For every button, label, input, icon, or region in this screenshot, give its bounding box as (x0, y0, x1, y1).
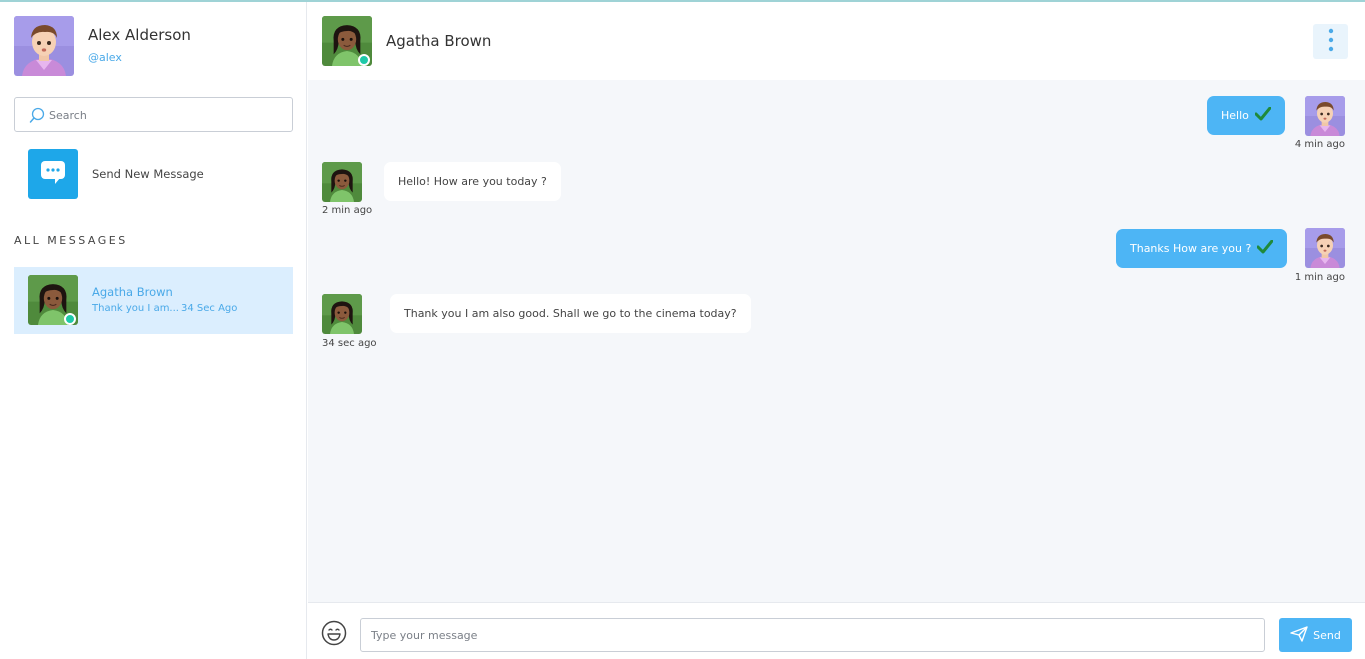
message-bubble-incoming: Thank you I am also good. Shall we go to… (390, 294, 751, 333)
search-input[interactable] (49, 104, 284, 126)
chat-title: Agatha Brown (386, 32, 492, 50)
message-avatar (322, 162, 362, 202)
message-avatar (1305, 228, 1345, 268)
message-bubble-incoming: Hello! How are you today ? (384, 162, 561, 201)
chat-bubble-icon (40, 159, 66, 189)
message-list: Hello 4 min ago Hello! How are you today… (308, 80, 1365, 602)
send-button[interactable]: Send (1279, 618, 1352, 652)
message-composer: Send (308, 602, 1365, 659)
message-text: Thanks How are you ? (1130, 242, 1252, 255)
message-input[interactable] (360, 618, 1265, 652)
conversation-item[interactable]: Agatha Brown Thank you I am... 34 Sec Ag… (14, 267, 293, 334)
profile-handle[interactable]: @alex (88, 51, 122, 64)
emoji-icon[interactable] (321, 620, 347, 650)
conversation-time: 34 Sec Ago (181, 303, 238, 314)
message-time: 4 min ago (1294, 139, 1345, 150)
check-icon (1256, 239, 1274, 257)
message-bubble-outgoing: Hello (1207, 96, 1285, 135)
message-time: 2 min ago (322, 205, 373, 216)
online-dot (64, 313, 76, 325)
check-icon (1254, 106, 1272, 124)
online-dot (358, 54, 370, 66)
message-avatar (1305, 96, 1345, 136)
message-time: 34 sec ago (322, 338, 377, 349)
conversation-preview: Thank you I am... (92, 303, 179, 314)
search-box (14, 97, 293, 132)
search-icon (29, 107, 46, 128)
message-bubble-outgoing: Thanks How are you ? (1116, 229, 1288, 268)
all-messages-heading: ALL MESSAGES (14, 234, 128, 247)
message-text: Hello! How are you today ? (398, 175, 547, 188)
new-message-label[interactable]: Send New Message (92, 167, 204, 181)
kebab-menu-icon (1328, 28, 1334, 56)
message-time: 1 min ago (1294, 272, 1345, 283)
message-text: Thank you I am also good. Shall we go to… (404, 307, 737, 320)
send-icon (1290, 625, 1308, 645)
profile-avatar[interactable] (14, 16, 74, 76)
new-message-button[interactable] (28, 149, 78, 199)
chat-header: Agatha Brown (308, 2, 1365, 80)
message-text: Hello (1221, 109, 1249, 122)
send-label: Send (1313, 628, 1341, 642)
conversation-name: Agatha Brown (92, 285, 173, 299)
message-avatar (322, 294, 362, 334)
sidebar: Alex Alderson @alex Send New Message ALL… (0, 2, 307, 659)
profile-name: Alex Alderson (88, 26, 191, 44)
chat-menu-button[interactable] (1313, 24, 1348, 59)
